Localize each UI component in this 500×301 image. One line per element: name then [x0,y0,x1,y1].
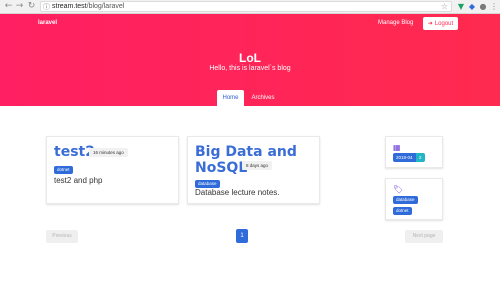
brand-link[interactable]: laravel [38,20,57,26]
tags-card: 🏷 database dotnet [385,178,443,220]
post-card: Big Data and NoSQL 8 days ago database D… [187,136,320,204]
archive-date[interactable]: 2018-04 [393,153,416,162]
archive-count: 2 [416,153,425,162]
logout-icon: ➜ [427,20,433,27]
tab-archives[interactable]: Archives [247,90,279,106]
url-host: stream.test [52,3,87,10]
calendar-icon: ▦ [393,143,401,152]
star-icon[interactable]: ☆ [441,2,448,12]
post-time-badge: 8 days ago [242,161,273,170]
url-path: /blog/laravel [86,3,125,10]
back-icon[interactable]: ← [3,1,14,12]
extension-shield-icon[interactable]: ◆ [467,1,477,12]
tab-home[interactable]: Home [217,90,244,106]
logout-button[interactable]: ➜ Logout [423,17,458,30]
post-time-badge: 16 minutes ago [89,148,128,157]
sidebar-tag[interactable]: dotnet [393,207,412,215]
page-number-button[interactable]: 1 [236,229,248,243]
extension-circle-icon[interactable]: ● [478,1,488,12]
hero-header: laravel Manage Blog ➜ Logout LoL Hello, t… [0,14,500,106]
blog-subtitle: Hello, this is laravel`s blog [209,65,291,72]
archives-card: ▦ 2018-04 2 [385,136,443,168]
post-title[interactable]: Big Data and NoSQL [195,144,297,176]
forward-icon[interactable]: → [14,1,25,12]
menu-icon[interactable]: ⋮ [489,1,499,12]
browser-toolbar: ← → ↻ ⓘ stream.test/blog/laravel ☆ ▼ ◆ ●… [0,0,500,14]
post-tag[interactable]: database [195,180,220,188]
address-bar[interactable]: ⓘ stream.test/blog/laravel ☆ [40,1,452,12]
post-card: test2 16 minutes ago dotnet test2 and ph… [46,136,179,204]
sidebar-tag[interactable]: database [393,196,418,204]
manage-blog-link[interactable]: Manage Blog [378,20,413,26]
logout-label: Logout [434,21,454,27]
extension-v-icon[interactable]: ▼ [456,1,466,12]
previous-button[interactable]: Previous [46,230,78,243]
blog-title: LoL [239,51,261,65]
post-tag[interactable]: dotnet [54,166,73,174]
post-title-line: Big Data and [195,144,297,160]
tags-icon: 🏷 [393,185,404,194]
post-excerpt: test2 and php [54,176,103,185]
reload-icon[interactable]: ↻ [26,1,37,12]
info-icon[interactable]: ⓘ [43,2,50,12]
next-page-button[interactable]: Next page [405,230,443,243]
address-text[interactable]: stream.test/blog/laravel [52,2,124,12]
post-excerpt: Database lecture notes. [195,188,280,197]
